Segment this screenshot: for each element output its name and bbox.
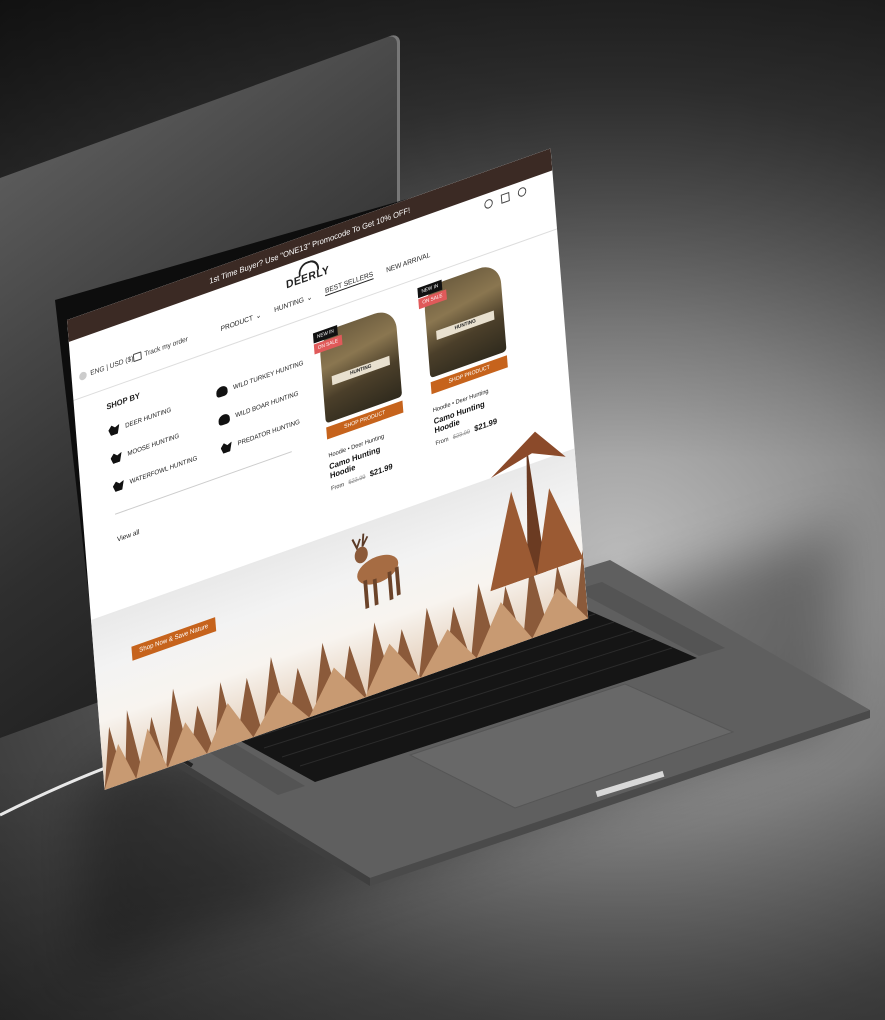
price-from-label: From <box>435 436 449 448</box>
product-card[interactable]: NEW IN ON SALE HUNTING SHOP PRODUCT Hood… <box>417 261 512 448</box>
nav-best-sellers[interactable]: BEST SELLERS <box>324 271 374 297</box>
nav-product-label: PRODUCT <box>220 314 254 333</box>
old-price: $23.99 <box>452 429 471 442</box>
language-currency-selector[interactable]: ENG | USD ($) <box>78 354 134 382</box>
old-price: $23.99 <box>348 474 366 487</box>
user-icon[interactable] <box>517 185 527 198</box>
chevron-down-icon: ⌄ <box>255 311 262 321</box>
hoodie-print-text: HUNTING <box>436 310 495 340</box>
laptop-lid: 1st Time Buyer? Use "ONE13" Promocode To… <box>55 148 589 790</box>
language-currency-label: ENG | USD ($) <box>90 354 134 377</box>
track-order-label: Track my order <box>144 335 189 358</box>
globe-icon <box>78 370 87 382</box>
hoodie-print-text: HUNTING <box>331 355 391 386</box>
price-from-label: From <box>330 481 345 493</box>
search-icon[interactable] <box>484 197 494 210</box>
bag-icon[interactable] <box>500 191 510 204</box>
nav-hunting-label: HUNTING <box>273 296 305 314</box>
product-card[interactable]: NEW IN ON SALE HUNTING SHOP PRODUCT Hood… <box>312 306 408 493</box>
nav-product[interactable]: PRODUCT ⌄ <box>220 311 261 333</box>
truck-icon <box>132 351 142 363</box>
nav-new-arrival[interactable]: NEW ARRIVAL <box>386 251 431 275</box>
track-order-link[interactable]: Track my order <box>132 335 189 363</box>
chevron-down-icon: ⌄ <box>306 293 313 303</box>
tree-illustration <box>490 431 584 592</box>
